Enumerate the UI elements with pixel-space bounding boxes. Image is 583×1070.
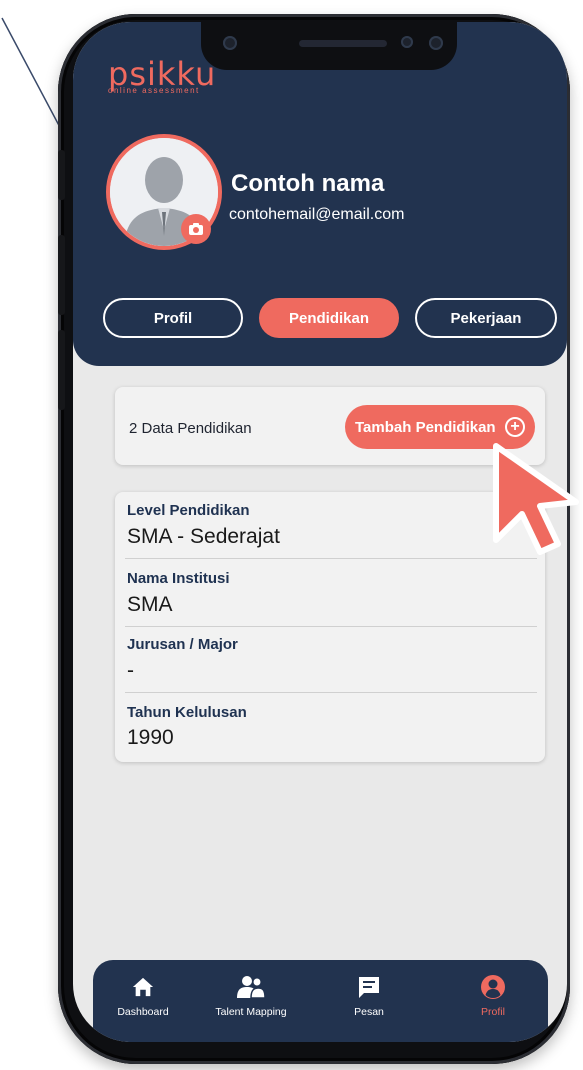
phone-side-button <box>58 330 65 410</box>
nav-label: Profil <box>481 1006 505 1018</box>
field-value: SMA <box>127 593 173 616</box>
home-icon <box>132 977 154 997</box>
field-label: Jurusan / Major <box>127 636 238 653</box>
phone-speaker <box>299 40 387 47</box>
bottom-navigation: Dashboard Talent Mapping Pesan Profil <box>93 960 548 1042</box>
education-detail-card[interactable]: Level Pendidikan SMA - Sederajat Nama In… <box>115 492 545 762</box>
tab-profil[interactable]: Profil <box>103 298 243 338</box>
divider <box>125 558 537 559</box>
nav-item-talent-mapping[interactable]: Talent Mapping <box>201 974 301 1018</box>
field-label: Tahun Kelulusan <box>127 704 247 721</box>
message-icon <box>359 977 379 998</box>
users-icon <box>237 976 266 999</box>
user-email: contohemail@email.com <box>229 206 405 223</box>
front-camera <box>223 36 237 50</box>
plus-icon: + <box>505 417 525 437</box>
profile-header: psikku online assessment Contoh nama con… <box>73 22 567 366</box>
education-count: 2 Data Pendidikan <box>129 420 252 437</box>
education-summary-card: 2 Data Pendidikan Tambah Pendidikan + <box>115 387 545 465</box>
phone-side-button <box>58 150 65 200</box>
nav-label: Pesan <box>354 1006 384 1018</box>
field-value: SMA - Sederajat <box>127 525 280 548</box>
nav-item-profil[interactable]: Profil <box>443 974 543 1018</box>
nav-item-pesan[interactable]: Pesan <box>319 974 419 1018</box>
nav-label: Dashboard <box>117 1006 169 1018</box>
field-value: - <box>127 659 134 682</box>
front-sensor <box>429 36 443 50</box>
front-sensor <box>401 36 413 48</box>
phone-side-button <box>58 235 65 315</box>
change-photo-button[interactable] <box>181 214 211 244</box>
add-education-label: Tambah Pendidikan <box>355 418 496 436</box>
field-label: Nama Institusi <box>127 570 230 587</box>
app-logo: psikku online assessment <box>108 58 216 95</box>
divider <box>125 626 537 627</box>
field-value: 1990 <box>127 726 174 749</box>
nav-item-dashboard[interactable]: Dashboard <box>93 974 193 1018</box>
user-circle-icon <box>481 975 505 999</box>
pointer-cursor-icon <box>493 443 579 555</box>
nav-label: Talent Mapping <box>215 1006 287 1018</box>
phone-notch <box>201 22 457 70</box>
field-label: Level Pendidikan <box>127 502 250 519</box>
camera-icon <box>189 223 203 235</box>
user-name: Contoh nama <box>231 170 385 197</box>
profile-tabs: Profil Pendidikan Pekerjaan <box>103 298 563 342</box>
tab-pekerjaan[interactable]: Pekerjaan <box>415 298 557 338</box>
tab-pendidikan[interactable]: Pendidikan <box>259 298 399 338</box>
divider <box>125 692 537 693</box>
